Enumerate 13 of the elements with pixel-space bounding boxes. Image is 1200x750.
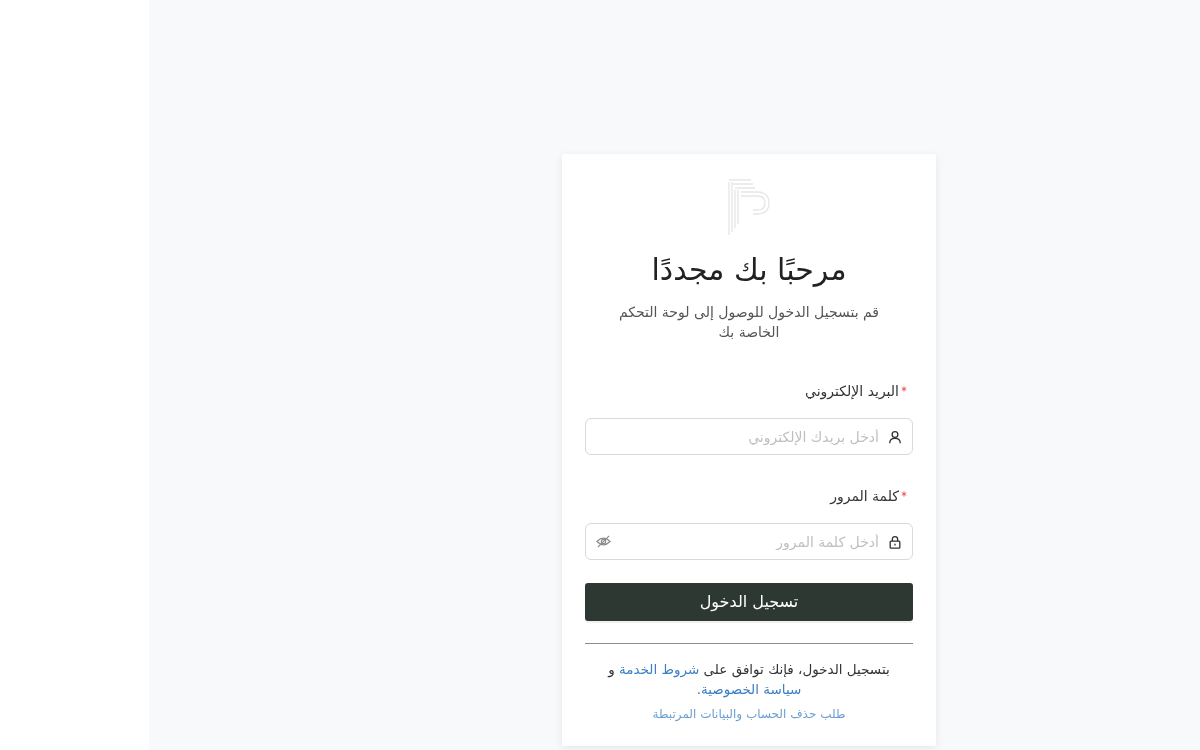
lock-icon xyxy=(888,534,902,549)
field-label: كلمة المرور xyxy=(830,487,899,506)
eye-slash-icon[interactable] xyxy=(596,534,611,549)
terms-link[interactable]: سياسة الخصوصية. xyxy=(696,681,802,697)
login-button[interactable]: تسجيل الدخول xyxy=(585,583,913,621)
subtitle-text: قم بتسجيل الدخول للوصول إلى لوحة التحكم الخاصة بك xyxy=(617,303,881,342)
delete-account-link[interactable]: طلب حذف الحساب والبيانات المرتبطة xyxy=(652,706,846,722)
welcome-title: مرحبًا بك مجددًا xyxy=(650,252,848,288)
user-icon xyxy=(888,429,902,444)
logo xyxy=(727,178,771,235)
terms-text: بتسجيل الدخول، فإنك توافق على شروط الخدمة و سياسة الخصوصية. xyxy=(606,660,891,699)
field-label: البريد الإلكتروني xyxy=(805,382,899,401)
terms-link[interactable]: شروط الخدمة xyxy=(619,661,700,677)
